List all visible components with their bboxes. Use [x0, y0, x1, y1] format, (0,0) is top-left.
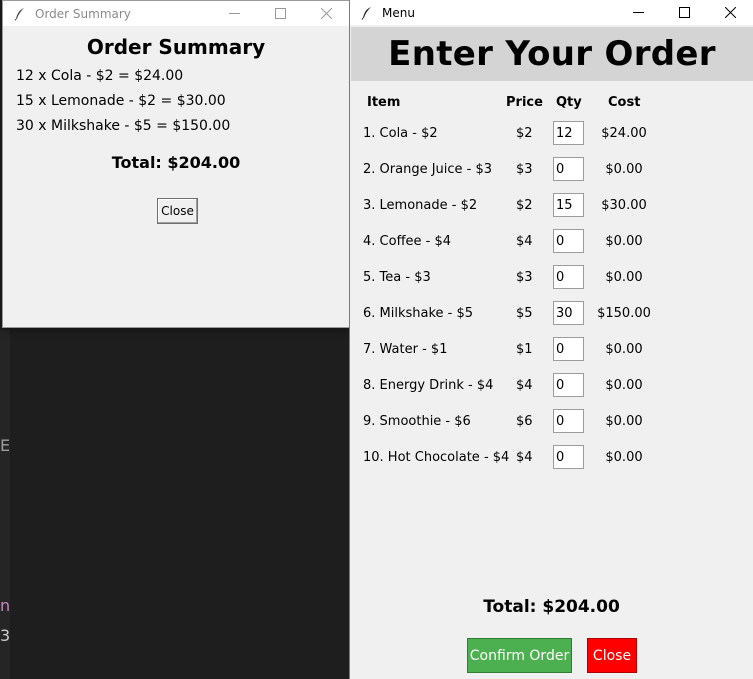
column-header-cost: Cost	[608, 95, 641, 110]
minimize-button[interactable]	[615, 0, 661, 25]
order-total: Total: $204.00	[483, 597, 620, 617]
close-window-button[interactable]	[303, 1, 349, 26]
item-cost: $0.00	[605, 378, 643, 393]
item-price: $5	[516, 306, 533, 321]
feather-icon	[14, 7, 24, 21]
item-name: 6. Milkshake - $5	[363, 306, 474, 321]
close-icon	[724, 7, 736, 18]
quantity-input[interactable]	[553, 121, 584, 145]
item-cost: $24.00	[601, 126, 647, 141]
menu-header: Enter Your Order	[351, 27, 753, 81]
item-name: 2. Orange Juice - $3	[363, 162, 493, 177]
quantity-input[interactable]	[553, 193, 584, 217]
menu-heading: Enter Your Order	[388, 34, 716, 74]
summary-close-button[interactable]: Close	[157, 198, 198, 224]
order-row: 10. Hot Chocolate - $4 $4 $0.00	[350, 445, 753, 473]
item-price: $6	[516, 414, 533, 429]
item-name: 7. Water - $1	[363, 342, 448, 357]
item-name: 9. Smoothie - $6	[363, 414, 471, 429]
quantity-input[interactable]	[553, 301, 584, 325]
maximize-icon	[274, 8, 286, 19]
close-window-button[interactable]	[707, 0, 753, 25]
item-name: 3. Lemonade - $2	[363, 198, 478, 213]
summary-total: Total: $204.00	[111, 153, 241, 172]
item-price: $3	[516, 162, 533, 177]
item-price: $2	[516, 126, 533, 141]
quantity-input[interactable]	[553, 337, 584, 361]
item-name: 1. Cola - $2	[363, 126, 438, 141]
menu-window: Menu Enter Your Order Item Price Qty Cos…	[349, 0, 753, 679]
close-button[interactable]: Close	[587, 638, 637, 673]
minimize-icon	[632, 12, 644, 13]
menu-titlebar[interactable]: Menu	[350, 0, 753, 25]
maximize-icon	[678, 7, 690, 18]
editor-glyph: n	[0, 596, 11, 615]
item-cost: $30.00	[601, 198, 647, 213]
quantity-input[interactable]	[553, 157, 584, 181]
item-price: $2	[516, 198, 533, 213]
minimize-button[interactable]	[211, 1, 257, 26]
quantity-input[interactable]	[553, 409, 584, 433]
quantity-input[interactable]	[553, 373, 584, 397]
order-row: 5. Tea - $3 $3 $0.00	[350, 265, 753, 293]
item-price: $4	[516, 450, 533, 465]
order-row: 4. Coffee - $4 $4 $0.00	[350, 229, 753, 257]
summary-line: 15 x Lemonade - $2 = $30.00	[16, 93, 226, 109]
item-price: $4	[516, 234, 533, 249]
item-cost: $0.00	[605, 162, 643, 177]
order-row: 6. Milkshake - $5 $5 $150.00	[350, 301, 753, 329]
quantity-input[interactable]	[553, 229, 584, 253]
item-price: $3	[516, 270, 533, 285]
item-name: 10. Hot Chocolate - $4	[363, 450, 510, 465]
summary-line: 12 x Cola - $2 = $24.00	[16, 68, 184, 84]
item-cost: $0.00	[605, 270, 643, 285]
item-cost: $0.00	[605, 234, 643, 249]
feather-icon	[361, 6, 371, 20]
menu-window-title: Menu	[382, 5, 415, 20]
summary-heading: Order Summary	[86, 35, 266, 59]
summary-line: 30 x Milkshake - $5 = $150.00	[16, 118, 231, 134]
item-name: 5. Tea - $3	[363, 270, 431, 285]
maximize-button[interactable]	[661, 0, 707, 25]
close-icon	[320, 8, 332, 19]
order-row: 2. Orange Juice - $3 $3 $0.00	[350, 157, 753, 185]
item-cost: $150.00	[597, 306, 651, 321]
item-price: $4	[516, 378, 533, 393]
minimize-icon	[228, 13, 240, 14]
editor-glyph: E	[0, 436, 11, 455]
quantity-input[interactable]	[553, 265, 584, 289]
order-row: 3. Lemonade - $2 $2 $30.00	[350, 193, 753, 221]
order-row: 8. Energy Drink - $4 $4 $0.00	[350, 373, 753, 401]
order-row: 9. Smoothie - $6 $6 $0.00	[350, 409, 753, 437]
summary-titlebar[interactable]: Order Summary	[3, 1, 349, 26]
quantity-input[interactable]	[553, 445, 584, 469]
item-cost: $0.00	[605, 342, 643, 357]
confirm-order-button[interactable]: Confirm Order	[467, 638, 572, 673]
item-cost: $0.00	[605, 414, 643, 429]
summary-window-title: Order Summary	[35, 6, 131, 21]
item-name: 4. Coffee - $4	[363, 234, 452, 249]
item-price: $1	[516, 342, 533, 357]
maximize-button[interactable]	[257, 1, 303, 26]
order-row: 1. Cola - $2 $2 $24.00	[350, 121, 753, 149]
item-cost: $0.00	[605, 450, 643, 465]
editor-glyph: 3	[0, 626, 11, 645]
column-header-price: Price	[506, 95, 543, 110]
order-summary-window: Order Summary Order Summary 12 x Cola - …	[2, 0, 350, 328]
column-header-item: Item	[367, 95, 401, 110]
order-row: 7. Water - $1 $1 $0.00	[350, 337, 753, 365]
item-name: 8. Energy Drink - $4	[363, 378, 494, 393]
column-header-qty: Qty	[556, 95, 582, 110]
